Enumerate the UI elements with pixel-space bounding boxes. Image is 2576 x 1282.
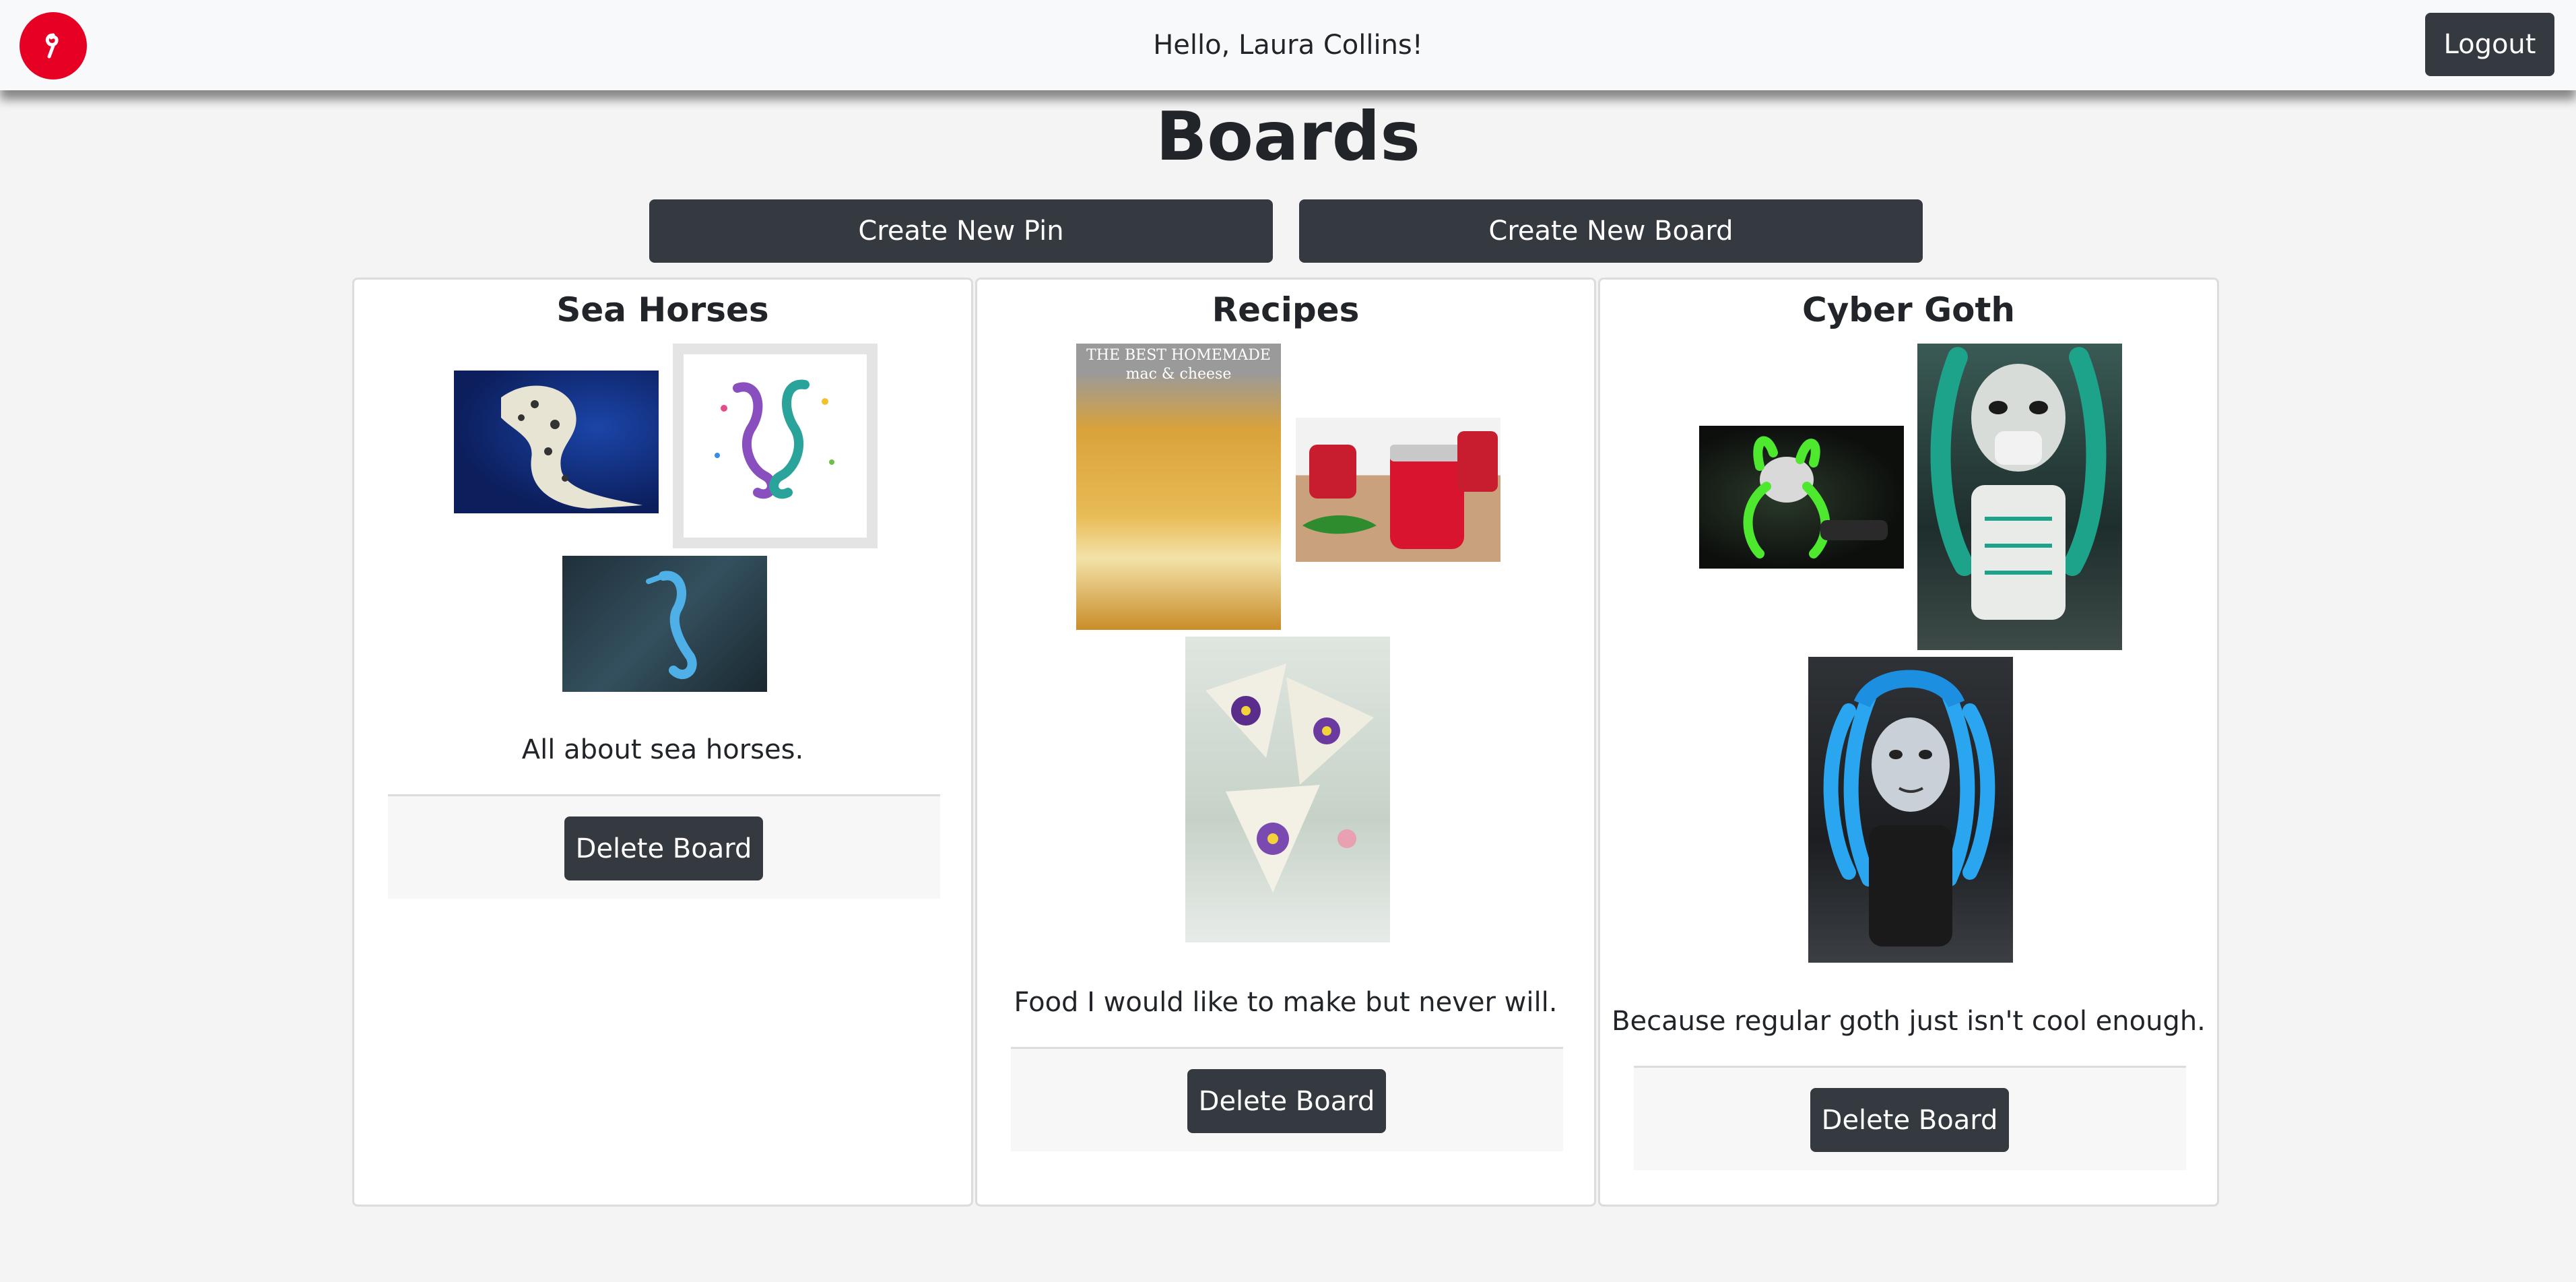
pin-image-green-cybergoth[interactable]	[1699, 426, 1904, 569]
board-title: Recipes	[1212, 290, 1360, 329]
board-card-cyber-goth: Cyber Goth Because regular goth just isn…	[1598, 278, 2219, 1207]
board-title: Cyber Goth	[1802, 290, 2015, 329]
pin-image-white-mask-cybergoth[interactable]	[1917, 344, 2122, 650]
board-title: Sea Horses	[556, 290, 769, 329]
pin-image-mac-and-cheese[interactable]: THE BEST HOMEMADE mac & cheese	[1076, 344, 1281, 630]
board-footer: Delete Board	[1011, 1047, 1563, 1151]
board-footer: Delete Board	[388, 794, 940, 899]
pin-image-blue-seahorse[interactable]	[562, 556, 767, 692]
board-description: Because regular goth just isn't cool eno…	[1612, 1006, 2206, 1037]
delete-board-button[interactable]: Delete Board	[1810, 1088, 2009, 1152]
create-new-pin-button[interactable]: Create New Pin	[649, 199, 1273, 263]
board-description: Food I would like to make but never will…	[1014, 987, 1558, 1018]
board-description: All about sea horses.	[521, 734, 804, 765]
pin-image-pepper-jelly[interactable]	[1296, 418, 1500, 562]
pin-image-blue-dreads-cybergoth[interactable]	[1808, 657, 2013, 963]
board-footer: Delete Board	[1634, 1066, 2186, 1170]
pin-image-seahorse-watercolor[interactable]	[673, 344, 878, 548]
delete-board-button[interactable]: Delete Board	[1187, 1069, 1386, 1133]
delete-board-button[interactable]: Delete Board	[564, 816, 763, 880]
navbar: Hello, Laura Collins! Logout	[0, 0, 2576, 90]
board-card-recipes: Recipes THE BEST HOMEMADE mac & cheese F…	[975, 278, 1596, 1207]
greeting-text: Hello, Laura Collins!	[1153, 30, 1423, 61]
mac-and-cheese-caption: THE BEST HOMEMADE mac & cheese	[1086, 347, 1271, 383]
logout-button[interactable]: Logout	[2425, 13, 2554, 76]
page-title: Boards	[1156, 97, 1420, 176]
board-card-sea-horses: Sea Horses All about sea horses. Delete …	[352, 278, 973, 1207]
create-new-board-button[interactable]: Create New Board	[1299, 199, 1923, 263]
pin-image-flower-sandwiches[interactable]	[1185, 637, 1390, 942]
pin-image-seahorse-photo[interactable]	[454, 371, 659, 513]
